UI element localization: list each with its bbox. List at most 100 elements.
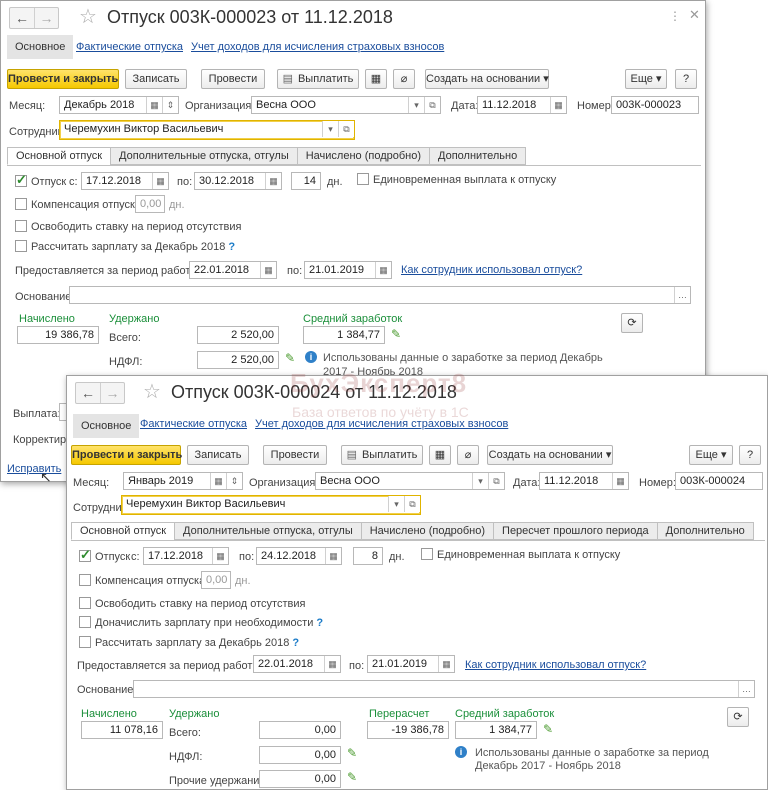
fix-link[interactable]: Исправить [7,462,61,476]
more-menu-icon[interactable]: ⋮ [669,9,681,23]
spin-icon[interactable]: ⇕ [162,97,178,113]
create-based-on-button[interactable]: Создать на основании ▾ [487,445,613,465]
month-field[interactable]: Январь 2019 ▦ ⇕ [123,472,243,490]
calendar-icon[interactable]: ▦ [212,548,228,564]
post-and-close-button[interactable]: Провести и закрыть [7,69,119,89]
ellipsis-icon[interactable]: … [674,287,690,303]
compensation-days-field[interactable]: 0,00 [135,195,165,213]
other-withholdings-field[interactable]: 0,00 [259,770,341,788]
nav-link-actual-vacations[interactable]: Фактические отпуска [140,418,247,430]
report-icon[interactable]: ▦ [365,69,387,89]
calendar-icon[interactable]: ▦ [260,262,276,278]
back-arrow-icon[interactable]: ← [76,383,100,403]
vacation-usage-link[interactable]: Как сотрудник использовал отпуск? [465,658,646,672]
free-rate-checkbox[interactable] [79,597,91,609]
calendar-icon[interactable]: ▦ [325,548,341,564]
avg-earnings-field[interactable]: 1 384,77 [455,721,537,739]
accrued-field[interactable]: 19 386,78 [17,326,99,344]
nav-main[interactable]: Основное [73,414,140,438]
additional-accrual-checkbox[interactable] [79,616,91,628]
compensation-days-field[interactable]: 0,00 [201,571,231,589]
vacation-from-field[interactable]: 17.12.2018 ▦ [143,547,229,565]
employee-field[interactable]: Черемухин Виктор Васильевич ▾ ⧉ [121,495,421,515]
calendar-icon[interactable]: ▦ [612,473,628,489]
basis-field[interactable]: … [69,286,691,304]
more-button[interactable]: Еще ▾ [689,445,733,465]
close-icon[interactable]: ✕ [689,7,700,23]
tab-additional[interactable]: Дополнительно [429,147,527,165]
vacation-checkbox[interactable] [79,547,91,563]
dropdown-arrow-icon[interactable]: ▾ [408,97,424,113]
create-based-on-button[interactable]: Создать на основании ▾ [425,69,549,89]
tab-accrued-detailed[interactable]: Начислено (подробно) [360,522,494,540]
basis-field[interactable]: … [133,680,755,698]
edit-pencil-icon[interactable]: ✎ [285,351,295,365]
help-question-icon[interactable]: ? [292,637,299,649]
help-question-icon[interactable]: ? [228,241,235,253]
vacation-to-field[interactable]: 30.12.2018 ▦ [194,172,282,190]
back-arrow-icon[interactable]: ← [10,8,34,28]
forward-arrow-icon[interactable]: → [100,383,124,403]
tab-additional[interactable]: Дополнительно [656,522,754,540]
refresh-icon[interactable]: ⟳ [727,707,749,727]
help-question-icon[interactable]: ? [316,617,323,629]
number-field[interactable]: 003К-000023 [611,96,699,114]
free-rate-checkbox[interactable] [15,220,27,232]
more-button[interactable]: Еще ▾ [625,69,667,89]
tab-main-vacation[interactable]: Основной отпуск [71,522,175,540]
vacation-usage-link[interactable]: Как сотрудник использовал отпуск? [401,263,582,277]
period-to-field[interactable]: 21.01.2019 ▦ [304,261,392,279]
dropdown-arrow-icon[interactable]: ▾ [388,496,404,512]
days-field[interactable]: 8 [353,547,383,565]
save-button[interactable]: Записать [125,69,187,89]
post-button[interactable]: Провести [263,445,327,465]
total-field[interactable]: 2 520,00 [197,326,279,344]
nav-link-income-accounting[interactable]: Учет доходов для исчисления страховых вз… [191,41,444,53]
report-icon[interactable]: ▦ [429,445,451,465]
ndfl-field[interactable]: 2 520,00 [197,351,279,369]
avg-earnings-field[interactable]: 1 384,77 [303,326,385,344]
vacation-from-field[interactable]: 17.12.2018 ▦ [81,172,169,190]
calendar-icon[interactable]: ▦ [210,473,226,489]
onetime-payment-checkbox[interactable] [357,173,369,185]
calendar-icon[interactable]: ▦ [550,97,566,113]
edit-pencil-icon[interactable]: ✎ [347,770,357,784]
vacation-to-field[interactable]: 24.12.2018 ▦ [256,547,342,565]
calendar-icon[interactable]: ▦ [375,262,391,278]
spin-icon[interactable]: ⇕ [226,473,242,489]
month-field[interactable]: Декабрь 2018 ▦ ⇕ [59,96,179,114]
calendar-icon[interactable]: ▦ [265,173,281,189]
forward-arrow-icon[interactable]: → [34,8,58,28]
recalc-salary-checkbox[interactable] [15,240,27,252]
period-from-field[interactable]: 22.01.2018 ▦ [189,261,277,279]
nav-main[interactable]: Основное [7,35,74,59]
nav-link-actual-vacations[interactable]: Фактические отпуска [76,41,183,53]
period-to-field[interactable]: 21.01.2019 ▦ [367,655,455,673]
organization-field[interactable]: Весна ООО ▾ ⧉ [315,472,505,490]
date-field[interactable]: 11.12.2018 ▦ [539,472,629,490]
attachment-icon[interactable]: ⌀ [393,69,415,89]
calendar-icon[interactable]: ▦ [324,656,340,672]
tab-previous-period-recalc[interactable]: Пересчет прошлого периода [493,522,657,540]
total-field[interactable]: 0,00 [259,721,341,739]
compensation-checkbox[interactable] [79,574,91,586]
tab-main-vacation[interactable]: Основной отпуск [7,147,111,165]
open-icon[interactable]: ⧉ [424,97,440,113]
recalc-salary-checkbox[interactable] [79,636,91,648]
pay-button[interactable]: ▤ Выплатить [341,445,423,465]
help-button[interactable]: ? [675,69,697,89]
organization-field[interactable]: Весна ООО ▾ ⧉ [251,96,441,114]
edit-pencil-icon[interactable]: ✎ [347,746,357,760]
help-button[interactable]: ? [739,445,761,465]
date-field[interactable]: 11.12.2018 ▦ [477,96,567,114]
tab-accrued-detailed[interactable]: Начислено (подробно) [296,147,430,165]
accrued-field[interactable]: 11 078,16 [81,721,163,739]
compensation-checkbox[interactable] [15,198,27,210]
post-button[interactable]: Провести [201,69,265,89]
edit-pencil-icon[interactable]: ✎ [543,722,553,736]
ellipsis-icon[interactable]: … [738,681,754,697]
calendar-icon[interactable]: ▦ [438,656,454,672]
refresh-icon[interactable]: ⟳ [621,313,643,333]
edit-pencil-icon[interactable]: ✎ [391,327,401,341]
dropdown-arrow-icon[interactable]: ▾ [322,121,338,137]
